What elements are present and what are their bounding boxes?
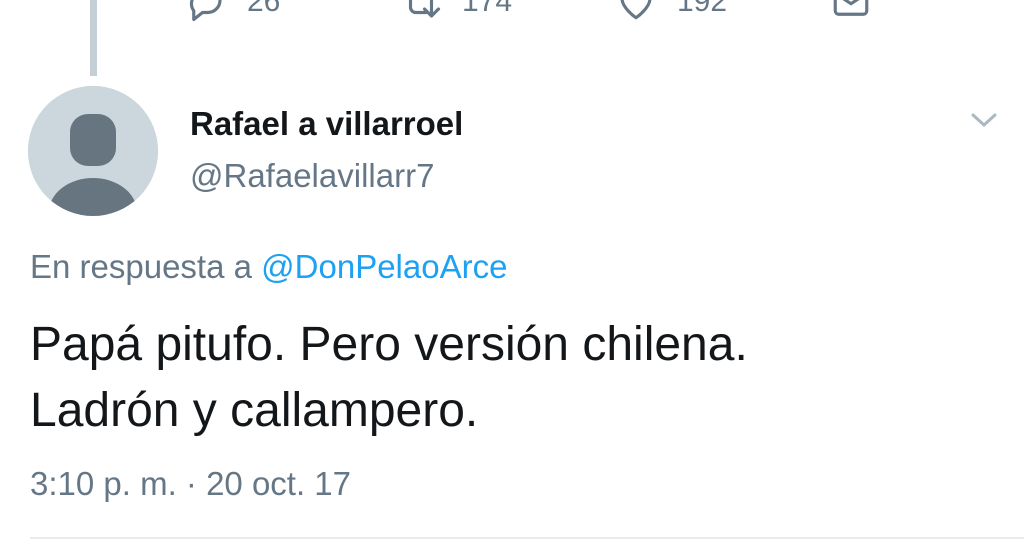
user-handle[interactable]: @Rafaelavillarr7 — [190, 157, 434, 195]
envelope-icon — [833, 0, 869, 16]
retweet-count: 174 — [462, 0, 513, 18]
tweet-detail-view: 26 174 192 Rafael a villarroel @Rafaelav… — [0, 0, 1024, 547]
tweet-timestamp: 3:10 p. m. · 20 oct. 17 — [30, 465, 352, 502]
tweet-text-line: Ladrón y callampero. — [30, 384, 479, 437]
tweet-text-line: Papá pitufo. Pero versión chilena. — [30, 318, 748, 371]
direct-message-button[interactable] — [830, 0, 872, 24]
reply-mention-link[interactable]: @DonPelaoArce — [261, 248, 507, 285]
avatar[interactable] — [28, 86, 158, 216]
like-count: 192 — [677, 0, 728, 18]
heart-icon — [620, 0, 652, 20]
divider — [30, 537, 1024, 539]
tweet-text: Papá pitufo. Pero versión chilena. Ladró… — [30, 312, 990, 444]
display-name[interactable]: Rafael a villarroel — [190, 105, 463, 143]
retweet-button[interactable]: 174 — [400, 0, 512, 24]
default-profile-icon — [28, 86, 158, 216]
retweet-icon — [408, 0, 441, 18]
like-button[interactable]: 192 — [615, 0, 727, 24]
reply-count: 26 — [247, 0, 281, 18]
reply-icon — [189, 0, 222, 22]
chevron-down-icon[interactable] — [968, 106, 1000, 134]
previous-tweet-action-bar: 26 174 192 — [0, 0, 1024, 24]
reply-prefix: En respuesta a — [30, 248, 262, 285]
reply-context: En respuesta a @DonPelaoArce — [30, 248, 507, 286]
reply-button[interactable]: 26 — [185, 0, 280, 24]
